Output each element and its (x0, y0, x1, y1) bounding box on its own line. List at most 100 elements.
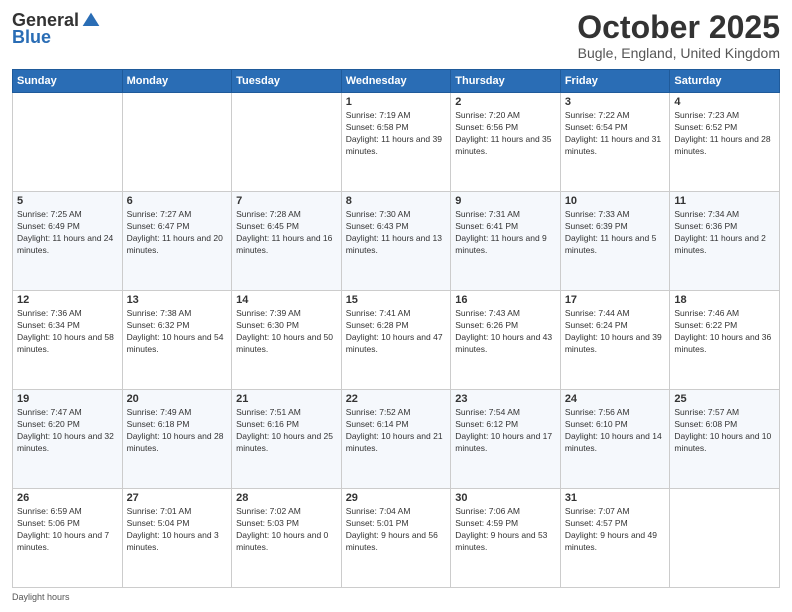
day-cell: 9 Sunrise: 7:31 AM Sunset: 6:41 PM Dayli… (451, 192, 561, 291)
day-cell: 27 Sunrise: 7:01 AM Sunset: 5:04 PM Dayl… (122, 489, 232, 588)
day-info: Sunrise: 7:01 AM Sunset: 5:04 PM Dayligh… (127, 506, 228, 554)
day-cell: 30 Sunrise: 7:06 AM Sunset: 4:59 PM Dayl… (451, 489, 561, 588)
day-number: 12 (17, 294, 118, 306)
day-number: 10 (565, 195, 666, 207)
day-cell: 12 Sunrise: 7:36 AM Sunset: 6:34 PM Dayl… (13, 291, 123, 390)
day-number: 29 (346, 492, 447, 504)
logo-blue-text: Blue (12, 27, 51, 48)
day-cell: 5 Sunrise: 7:25 AM Sunset: 6:49 PM Dayli… (13, 192, 123, 291)
day-info: Sunrise: 7:25 AM Sunset: 6:49 PM Dayligh… (17, 209, 118, 257)
day-cell: 15 Sunrise: 7:41 AM Sunset: 6:28 PM Dayl… (341, 291, 451, 390)
day-cell: 21 Sunrise: 7:51 AM Sunset: 6:16 PM Dayl… (232, 390, 342, 489)
day-info: Sunrise: 7:56 AM Sunset: 6:10 PM Dayligh… (565, 407, 666, 455)
weekday-header-tuesday: Tuesday (232, 70, 342, 93)
day-number: 6 (127, 195, 228, 207)
day-cell: 16 Sunrise: 7:43 AM Sunset: 6:26 PM Dayl… (451, 291, 561, 390)
calendar-table: SundayMondayTuesdayWednesdayThursdayFrid… (12, 69, 780, 588)
logo: General Blue (12, 10, 101, 48)
day-info: Sunrise: 7:07 AM Sunset: 4:57 PM Dayligh… (565, 506, 666, 554)
day-number: 14 (236, 294, 337, 306)
day-info: Sunrise: 7:47 AM Sunset: 6:20 PM Dayligh… (17, 407, 118, 455)
day-info: Sunrise: 7:31 AM Sunset: 6:41 PM Dayligh… (455, 209, 556, 257)
day-number: 31 (565, 492, 666, 504)
title-block: October 2025 Bugle, England, United King… (577, 10, 780, 61)
day-number: 4 (674, 96, 775, 108)
day-info: Sunrise: 6:59 AM Sunset: 5:06 PM Dayligh… (17, 506, 118, 554)
day-cell: 7 Sunrise: 7:28 AM Sunset: 6:45 PM Dayli… (232, 192, 342, 291)
week-row-1: 1 Sunrise: 7:19 AM Sunset: 6:58 PM Dayli… (13, 93, 780, 192)
day-cell: 13 Sunrise: 7:38 AM Sunset: 6:32 PM Dayl… (122, 291, 232, 390)
day-cell: 1 Sunrise: 7:19 AM Sunset: 6:58 PM Dayli… (341, 93, 451, 192)
day-cell: 26 Sunrise: 6:59 AM Sunset: 5:06 PM Dayl… (13, 489, 123, 588)
day-number: 27 (127, 492, 228, 504)
day-cell: 28 Sunrise: 7:02 AM Sunset: 5:03 PM Dayl… (232, 489, 342, 588)
day-info: Sunrise: 7:33 AM Sunset: 6:39 PM Dayligh… (565, 209, 666, 257)
week-row-5: 26 Sunrise: 6:59 AM Sunset: 5:06 PM Dayl… (13, 489, 780, 588)
day-number: 23 (455, 393, 556, 405)
day-number: 21 (236, 393, 337, 405)
day-info: Sunrise: 7:39 AM Sunset: 6:30 PM Dayligh… (236, 308, 337, 356)
day-info: Sunrise: 7:54 AM Sunset: 6:12 PM Dayligh… (455, 407, 556, 455)
weekday-header-sunday: Sunday (13, 70, 123, 93)
day-number: 25 (674, 393, 775, 405)
day-info: Sunrise: 7:30 AM Sunset: 6:43 PM Dayligh… (346, 209, 447, 257)
day-info: Sunrise: 7:46 AM Sunset: 6:22 PM Dayligh… (674, 308, 775, 356)
day-number: 22 (346, 393, 447, 405)
day-cell: 19 Sunrise: 7:47 AM Sunset: 6:20 PM Dayl… (13, 390, 123, 489)
day-number: 9 (455, 195, 556, 207)
location: Bugle, England, United Kingdom (577, 45, 780, 61)
day-cell: 29 Sunrise: 7:04 AM Sunset: 5:01 PM Dayl… (341, 489, 451, 588)
day-info: Sunrise: 7:34 AM Sunset: 6:36 PM Dayligh… (674, 209, 775, 257)
day-info: Sunrise: 7:44 AM Sunset: 6:24 PM Dayligh… (565, 308, 666, 356)
day-cell: 31 Sunrise: 7:07 AM Sunset: 4:57 PM Dayl… (560, 489, 670, 588)
day-cell: 20 Sunrise: 7:49 AM Sunset: 6:18 PM Dayl… (122, 390, 232, 489)
day-number: 13 (127, 294, 228, 306)
day-info: Sunrise: 7:49 AM Sunset: 6:18 PM Dayligh… (127, 407, 228, 455)
weekday-header-row: SundayMondayTuesdayWednesdayThursdayFrid… (13, 70, 780, 93)
day-number: 3 (565, 96, 666, 108)
day-number: 26 (17, 492, 118, 504)
day-number: 28 (236, 492, 337, 504)
weekday-header-wednesday: Wednesday (341, 70, 451, 93)
day-cell: 3 Sunrise: 7:22 AM Sunset: 6:54 PM Dayli… (560, 93, 670, 192)
day-cell: 10 Sunrise: 7:33 AM Sunset: 6:39 PM Dayl… (560, 192, 670, 291)
day-info: Sunrise: 7:52 AM Sunset: 6:14 PM Dayligh… (346, 407, 447, 455)
day-info: Sunrise: 7:22 AM Sunset: 6:54 PM Dayligh… (565, 110, 666, 158)
day-number: 2 (455, 96, 556, 108)
day-number: 16 (455, 294, 556, 306)
day-info: Sunrise: 7:36 AM Sunset: 6:34 PM Dayligh… (17, 308, 118, 356)
day-number: 17 (565, 294, 666, 306)
day-cell: 4 Sunrise: 7:23 AM Sunset: 6:52 PM Dayli… (670, 93, 780, 192)
day-cell: 18 Sunrise: 7:46 AM Sunset: 6:22 PM Dayl… (670, 291, 780, 390)
day-cell: 11 Sunrise: 7:34 AM Sunset: 6:36 PM Dayl… (670, 192, 780, 291)
day-cell (232, 93, 342, 192)
day-number: 18 (674, 294, 775, 306)
day-info: Sunrise: 7:51 AM Sunset: 6:16 PM Dayligh… (236, 407, 337, 455)
day-info: Sunrise: 7:19 AM Sunset: 6:58 PM Dayligh… (346, 110, 447, 158)
day-number: 11 (674, 195, 775, 207)
day-info: Sunrise: 7:04 AM Sunset: 5:01 PM Dayligh… (346, 506, 447, 554)
day-info: Sunrise: 7:20 AM Sunset: 6:56 PM Dayligh… (455, 110, 556, 158)
day-number: 5 (17, 195, 118, 207)
day-info: Sunrise: 7:23 AM Sunset: 6:52 PM Dayligh… (674, 110, 775, 158)
day-cell: 25 Sunrise: 7:57 AM Sunset: 6:08 PM Dayl… (670, 390, 780, 489)
day-info: Sunrise: 7:27 AM Sunset: 6:47 PM Dayligh… (127, 209, 228, 257)
day-number: 1 (346, 96, 447, 108)
day-cell: 6 Sunrise: 7:27 AM Sunset: 6:47 PM Dayli… (122, 192, 232, 291)
day-number: 19 (17, 393, 118, 405)
day-info: Sunrise: 7:43 AM Sunset: 6:26 PM Dayligh… (455, 308, 556, 356)
page-header: General Blue October 2025 Bugle, England… (12, 10, 780, 61)
day-number: 20 (127, 393, 228, 405)
day-cell: 24 Sunrise: 7:56 AM Sunset: 6:10 PM Dayl… (560, 390, 670, 489)
day-info: Sunrise: 7:28 AM Sunset: 6:45 PM Dayligh… (236, 209, 337, 257)
day-cell: 23 Sunrise: 7:54 AM Sunset: 6:12 PM Dayl… (451, 390, 561, 489)
day-cell: 8 Sunrise: 7:30 AM Sunset: 6:43 PM Dayli… (341, 192, 451, 291)
week-row-4: 19 Sunrise: 7:47 AM Sunset: 6:20 PM Dayl… (13, 390, 780, 489)
day-cell: 22 Sunrise: 7:52 AM Sunset: 6:14 PM Dayl… (341, 390, 451, 489)
day-number: 8 (346, 195, 447, 207)
day-info: Sunrise: 7:38 AM Sunset: 6:32 PM Dayligh… (127, 308, 228, 356)
footer-note: Daylight hours (12, 592, 780, 602)
day-cell: 17 Sunrise: 7:44 AM Sunset: 6:24 PM Dayl… (560, 291, 670, 390)
day-info: Sunrise: 7:06 AM Sunset: 4:59 PM Dayligh… (455, 506, 556, 554)
weekday-header-monday: Monday (122, 70, 232, 93)
